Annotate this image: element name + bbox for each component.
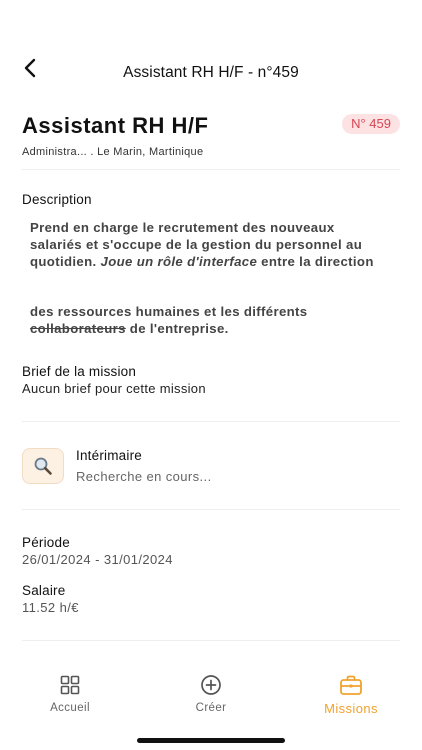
- tab-missions[interactable]: Missions: [291, 668, 411, 718]
- brief-value: Aucun brief pour cette mission: [22, 381, 206, 396]
- search-icon: [34, 457, 52, 475]
- salaire-value: 11.52 h/€: [22, 600, 79, 615]
- mission-title: Assistant RH H/F: [22, 113, 209, 138]
- mission-category: Administra...: [22, 146, 88, 158]
- home-indicator: [137, 738, 285, 743]
- mission-detail-screen: Assistant RH H/F - n°459 Assistant RH H/…: [0, 0, 422, 750]
- divider: [22, 421, 400, 422]
- tab-label: Missions: [324, 701, 378, 716]
- grid-icon: [57, 672, 83, 698]
- divider: [22, 169, 400, 170]
- tab-accueil[interactable]: Accueil: [10, 668, 130, 718]
- periode-label: Période: [22, 535, 70, 550]
- tab-creer[interactable]: Créer: [151, 668, 271, 718]
- top-bar: Assistant RH H/F - n°459: [0, 50, 422, 94]
- interimaire-label: Intérimaire: [76, 448, 142, 463]
- description-label: Description: [22, 192, 92, 207]
- tab-label: Créer: [195, 702, 227, 714]
- description-paragraph-1: Prend en charge le recrutement des nouve…: [30, 220, 374, 269]
- periode-value: 26/01/2024 - 31/01/2024: [22, 552, 173, 567]
- mission-meta: Administra... . Le Marin, Martinique: [22, 146, 203, 158]
- bottom-tab-bar: Accueil Créer Missions: [0, 668, 422, 724]
- brief-label: Brief de la mission: [22, 364, 137, 379]
- description-paragraph-2: des ressources humaines et les différent…: [30, 304, 308, 336]
- mission-location: Le Marin, Martinique: [97, 146, 204, 158]
- interimaire-status: Recherche en cours...: [76, 469, 212, 484]
- briefcase-icon: [338, 672, 364, 698]
- meta-separator: .: [90, 146, 94, 158]
- salaire-label: Salaire: [22, 583, 66, 598]
- interimaire-search-button[interactable]: [22, 448, 64, 484]
- divider: [22, 509, 400, 510]
- divider: [22, 640, 400, 641]
- tab-label: Accueil: [50, 702, 90, 714]
- mission-number-badge: N° 459: [342, 114, 400, 134]
- page-title: Assistant RH H/F - n°459: [123, 64, 299, 81]
- plus-circle-icon: [198, 672, 224, 698]
